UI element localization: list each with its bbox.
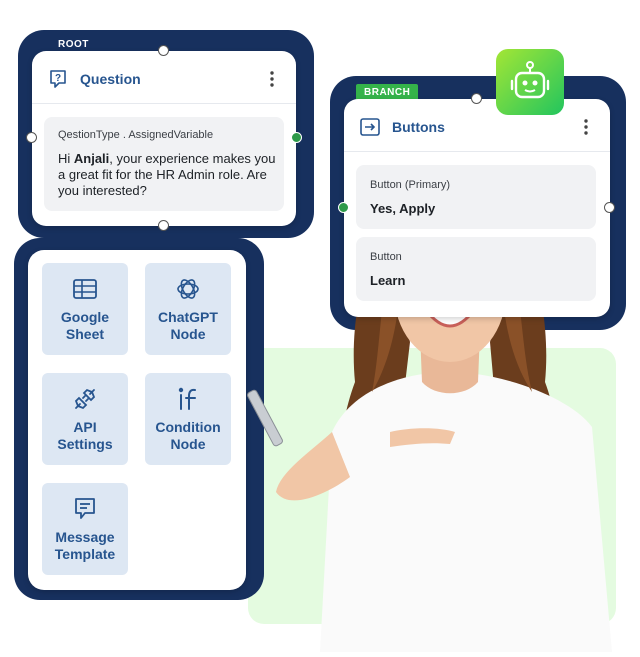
node-palette: Google Sheet ChatGPT Node API Settings C… (28, 250, 246, 590)
message-template-icon (71, 495, 99, 523)
question-bubble-icon: ? (48, 69, 68, 89)
button-option-value: Yes, Apply (370, 201, 436, 216)
message-prefix: Hi (58, 151, 74, 166)
if-icon (174, 385, 202, 413)
api-settings-node-tile[interactable]: API Settings (42, 373, 128, 465)
buttons-card-title: Buttons (392, 119, 445, 135)
button-option-label: Button (Primary) (370, 179, 451, 191)
tile-label: Google Sheet (60, 309, 110, 342)
root-top-connector[interactable] (158, 45, 169, 56)
plug-icon (71, 385, 99, 413)
question-card[interactable]: ? Question QestionType . AssignedVariabl… (32, 51, 296, 226)
question-card-header: ? Question (48, 65, 280, 93)
branch-left-connector[interactable] (338, 202, 349, 213)
arrow-into-box-icon (360, 117, 380, 137)
more-options-icon[interactable] (264, 67, 280, 91)
button-option-value: Learn (370, 273, 406, 288)
tile-label: Message Template (54, 529, 116, 562)
tile-label: ChatGPT Node (158, 309, 218, 342)
buttons-card[interactable]: Buttons Button (Primary) Yes, Apply Butt… (344, 99, 610, 317)
root-right-connector[interactable] (291, 132, 302, 143)
question-card-title: Question (80, 71, 141, 87)
branch-top-connector[interactable] (471, 93, 482, 104)
question-body: QestionType . AssignedVariable Hi Anjali… (44, 117, 284, 211)
chatgpt-node-tile[interactable]: ChatGPT Node (145, 263, 231, 355)
bot-badge (496, 49, 564, 115)
more-options-icon[interactable] (578, 115, 594, 139)
robot-icon (510, 61, 550, 99)
header-divider (344, 151, 610, 152)
button-option-secondary[interactable]: Button Learn (356, 237, 596, 301)
condition-node-tile[interactable]: Condition Node (145, 373, 231, 465)
table-icon (71, 275, 99, 303)
button-option-primary[interactable]: Button (Primary) Yes, Apply (356, 165, 596, 229)
google-sheet-node-tile[interactable]: Google Sheet (42, 263, 128, 355)
svg-text:?: ? (55, 73, 61, 84)
root-left-connector[interactable] (26, 132, 37, 143)
button-option-label: Button (370, 251, 402, 263)
tile-label: API Settings (57, 419, 113, 452)
openai-icon (174, 275, 202, 303)
buttons-card-header: Buttons (360, 113, 594, 141)
header-divider (32, 103, 296, 104)
message-template-node-tile[interactable]: Message Template (42, 483, 128, 575)
question-meta: QestionType . AssignedVariable (58, 129, 214, 141)
root-bottom-connector[interactable] (158, 220, 169, 231)
tile-label: Condition Node (155, 419, 221, 452)
message-name: Anjali (73, 151, 110, 166)
branch-right-connector[interactable] (604, 202, 615, 213)
question-message: Hi Anjali, your experience makes you a g… (58, 151, 276, 199)
